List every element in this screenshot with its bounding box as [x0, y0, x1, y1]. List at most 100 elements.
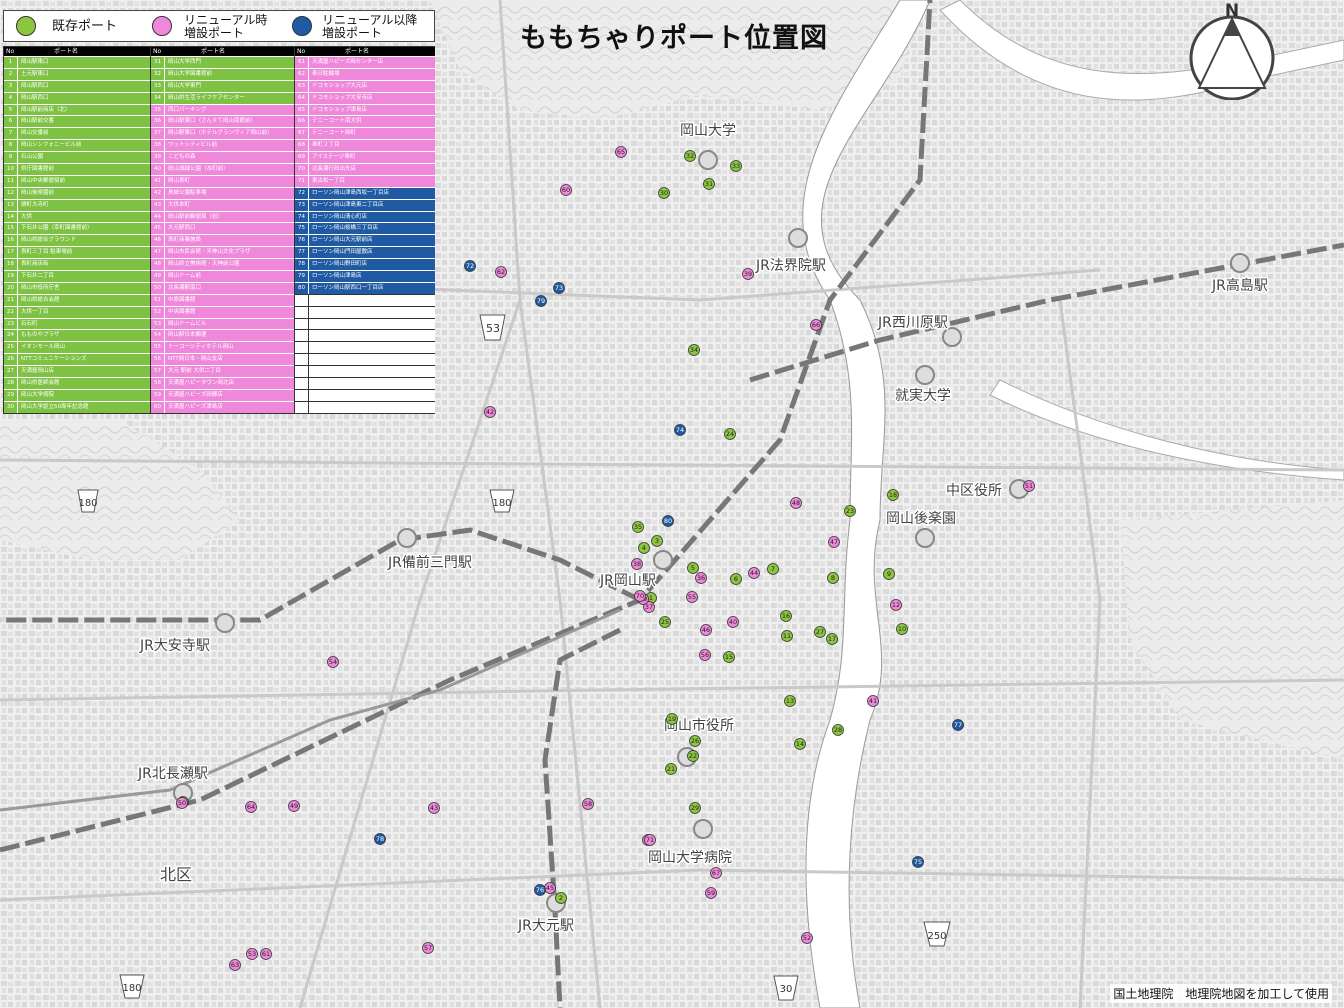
port-marker[interactable]: 78	[374, 833, 386, 845]
table-row-number: 18	[4, 259, 18, 271]
port-marker[interactable]: 50	[176, 797, 188, 809]
table-row: 45 大元駅西口	[151, 222, 295, 235]
table-row: 15 下石井公園（幸町図書館前）	[4, 222, 150, 235]
port-marker[interactable]: 54	[327, 656, 339, 668]
port-marker[interactable]: 25	[659, 616, 671, 628]
port-marker[interactable]: 72	[464, 260, 476, 272]
table-row-name: 西口パーキング	[168, 106, 207, 113]
port-marker[interactable]: 14	[794, 738, 806, 750]
port-marker[interactable]: 60	[560, 184, 572, 196]
port-marker[interactable]: 18	[887, 489, 899, 501]
port-marker[interactable]: 77	[952, 719, 964, 731]
port-marker[interactable]: 34	[688, 344, 700, 356]
port-marker[interactable]: 24	[724, 428, 736, 440]
table-row-name: ローソン岡山門田屋敷店	[312, 249, 373, 256]
port-marker[interactable]: 2	[555, 892, 567, 904]
port-marker[interactable]: 30	[658, 187, 670, 199]
port-marker[interactable]: 42	[484, 406, 496, 418]
port-marker[interactable]: 67	[710, 867, 722, 879]
port-marker[interactable]: 44	[748, 567, 760, 579]
port-marker[interactable]: 31	[703, 178, 715, 190]
port-marker[interactable]: 6	[730, 573, 742, 585]
port-marker[interactable]: 4	[638, 542, 650, 554]
port-marker[interactable]: 53	[246, 948, 258, 960]
table-row	[295, 377, 435, 389]
port-marker[interactable]: 74	[674, 424, 686, 436]
port-marker[interactable]: 33	[730, 160, 742, 172]
table-row-number: 63	[295, 80, 309, 92]
port-marker[interactable]: 7	[767, 563, 779, 575]
port-marker[interactable]: 48	[790, 497, 802, 509]
route-sign-label: 250	[927, 931, 946, 942]
port-marker[interactable]: 8	[827, 572, 839, 584]
port-number: 38	[633, 560, 641, 568]
port-marker[interactable]: 59	[705, 887, 717, 899]
port-marker[interactable]: 56	[699, 649, 711, 661]
port-marker[interactable]: 10	[896, 623, 908, 635]
route-sign-label: 180	[492, 498, 511, 509]
port-marker[interactable]: 76	[534, 884, 546, 896]
table-row-number: 61	[295, 57, 309, 68]
port-marker[interactable]: 52	[801, 932, 813, 944]
port-marker[interactable]: 38	[631, 558, 643, 570]
port-marker[interactable]: 19	[666, 713, 678, 725]
port-marker[interactable]: 58	[582, 798, 594, 810]
port-marker[interactable]: 41	[867, 695, 879, 707]
port-marker[interactable]: 27	[814, 626, 826, 638]
port-marker[interactable]: 3	[651, 535, 663, 547]
port-number: 65	[617, 148, 625, 156]
port-number: 4	[642, 544, 646, 552]
port-marker[interactable]: 47	[828, 536, 840, 548]
port-marker[interactable]: 63	[229, 959, 241, 971]
port-marker[interactable]: 28	[832, 724, 844, 736]
port-marker[interactable]: 49	[288, 800, 300, 812]
table-row-number: 60	[151, 401, 165, 413]
port-marker[interactable]: 64	[245, 801, 257, 813]
port-marker[interactable]: 22	[687, 750, 699, 762]
port-marker[interactable]: 75	[912, 856, 924, 868]
port-marker[interactable]: 36	[695, 572, 707, 584]
port-marker[interactable]: 9	[883, 568, 895, 580]
station-name: JR北長瀬駅	[137, 766, 208, 782]
port-marker[interactable]: 40	[727, 616, 739, 628]
port-marker[interactable]: 29	[689, 802, 701, 814]
table-row-number: 50	[151, 282, 165, 294]
table-row-number: 31	[151, 57, 165, 68]
port-marker[interactable]: 11	[781, 630, 793, 642]
table-row-number: 26	[4, 354, 18, 366]
port-marker[interactable]: 45	[544, 882, 556, 894]
table-row: 28 岡山県医師会館	[4, 377, 150, 389]
port-marker[interactable]: 43	[428, 802, 440, 814]
port-marker[interactable]: 26	[689, 735, 701, 747]
port-marker[interactable]: 35	[632, 521, 644, 533]
port-marker[interactable]: 62	[495, 266, 507, 278]
table-row-number: 13	[4, 199, 18, 211]
port-marker[interactable]: 21	[665, 763, 677, 775]
port-marker[interactable]: 71	[644, 834, 656, 846]
port-marker[interactable]: 79	[535, 295, 547, 307]
table-row-number: 47	[151, 247, 165, 259]
port-marker[interactable]: 5	[687, 562, 699, 574]
port-marker[interactable]: 16	[780, 610, 792, 622]
port-marker[interactable]: 80	[662, 515, 674, 527]
table-row-name: 岡山駅前商店（北）	[21, 106, 71, 113]
port-marker[interactable]: 23	[844, 505, 856, 517]
port-marker[interactable]: 39	[742, 268, 754, 280]
port-marker[interactable]: 32	[684, 150, 696, 162]
port-marker[interactable]: 65	[615, 146, 627, 158]
port-marker[interactable]: 73	[553, 282, 565, 294]
port-marker[interactable]: 17	[826, 633, 838, 645]
port-marker[interactable]: 46	[700, 624, 712, 636]
port-marker[interactable]: 15	[723, 651, 735, 663]
port-marker[interactable]: 12	[890, 599, 902, 611]
port-marker[interactable]: 70	[634, 590, 646, 602]
port-marker[interactable]: 55	[686, 591, 698, 603]
port-marker[interactable]: 66	[810, 319, 822, 331]
port-marker[interactable]: 61	[260, 948, 272, 960]
port-marker[interactable]: 57	[422, 942, 434, 954]
table-row: 6 岡山駅前交番	[4, 115, 150, 128]
table-header: No ポート名	[151, 47, 295, 56]
port-marker[interactable]: 51	[1023, 480, 1035, 492]
port-marker[interactable]: 13	[784, 695, 796, 707]
table-row: 16 岡山県総合グラウンド	[4, 234, 150, 247]
